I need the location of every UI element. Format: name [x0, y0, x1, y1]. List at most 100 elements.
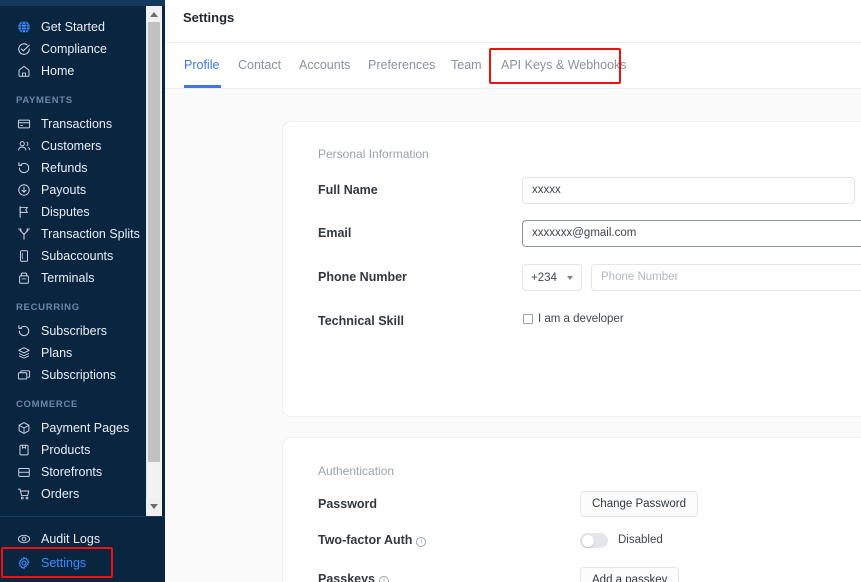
- page-title: Settings: [183, 10, 234, 25]
- terminal-icon: [16, 270, 32, 286]
- sidebar: Get Started Compliance Home PAYMENTS: [0, 0, 165, 582]
- two-factor-auth-status: Disabled: [618, 534, 663, 546]
- info-icon[interactable]: i: [379, 576, 389, 582]
- sidebar-item-subscriptions[interactable]: Subscriptions: [0, 364, 148, 386]
- sidebar-item-label: Subscribers: [41, 325, 107, 338]
- subaccount-icon: [16, 248, 32, 264]
- sidebar-item-label: Subscriptions: [41, 369, 116, 382]
- sidebar-item-transaction-splits[interactable]: Transaction Splits: [0, 223, 148, 245]
- toggle-knob: [582, 535, 594, 547]
- sidebar-item-label: Products: [41, 444, 90, 457]
- app-root: Get Started Compliance Home PAYMENTS: [0, 0, 861, 582]
- tab-accounts[interactable]: Accounts: [299, 58, 350, 72]
- settings-tabbar: Profile Contact Accounts Preferences Tea…: [165, 42, 861, 89]
- sidebar-item-audit-logs[interactable]: Audit Logs: [0, 527, 165, 551]
- gear-icon: [16, 555, 32, 571]
- split-icon: [16, 226, 32, 242]
- tab-profile[interactable]: Profile: [184, 58, 219, 72]
- sidebar-item-transactions[interactable]: Transactions: [0, 113, 148, 135]
- sidebar-group-payments: PAYMENTS: [0, 95, 148, 106]
- sidebar-item-label: Terminals: [41, 272, 95, 285]
- sidebar-top-accent-bar: [0, 0, 165, 6]
- sidebar-item-get-started[interactable]: Get Started: [0, 16, 148, 38]
- personal-information-card: Personal Information Full Name xxxxx Ema…: [283, 122, 861, 416]
- country-code-select[interactable]: +234: [522, 264, 582, 291]
- tab-team[interactable]: Team: [451, 58, 482, 72]
- store-icon: [16, 464, 32, 480]
- technical-skill-label: Technical Skill: [318, 314, 404, 328]
- sidebar-item-label: Transactions: [41, 118, 112, 131]
- active-tab-underline: [184, 85, 221, 88]
- sidebar-group-recurring: RECURRING: [0, 302, 148, 313]
- sidebar-scrollbar-thumb[interactable]: [148, 22, 160, 462]
- audit-icon: [16, 531, 32, 547]
- sidebar-item-label: Compliance: [41, 43, 107, 56]
- developer-checkbox-row[interactable]: I am a developer: [523, 313, 624, 325]
- sidebar-item-label: Payouts: [41, 184, 86, 197]
- authentication-card: Authentication Password Change Password …: [283, 438, 861, 582]
- scroll-down-arrow-button[interactable]: [146, 498, 162, 514]
- scroll-up-arrow-button[interactable]: [146, 6, 162, 22]
- email-label: Email: [318, 226, 351, 240]
- tab-contact[interactable]: Contact: [238, 58, 281, 72]
- full-name-label: Full Name: [318, 183, 378, 197]
- sidebar-item-home[interactable]: Home: [0, 60, 148, 82]
- sidebar-item-label: Subaccounts: [41, 250, 113, 263]
- sidebar-item-payment-pages[interactable]: Payment Pages: [0, 417, 148, 439]
- sidebar-item-customers[interactable]: Customers: [0, 135, 148, 157]
- globe-icon: [16, 19, 32, 35]
- main-content: Settings Profile Contact Accounts Prefer…: [165, 0, 861, 582]
- info-icon[interactable]: i: [416, 537, 426, 547]
- sidebar-item-subaccounts[interactable]: Subaccounts: [0, 245, 148, 267]
- sidebar-item-disputes[interactable]: Disputes: [0, 201, 148, 223]
- subscription-icon: [16, 367, 32, 383]
- tab-preferences[interactable]: Preferences: [368, 58, 435, 72]
- sidebar-item-products[interactable]: Products: [0, 439, 148, 461]
- developer-checkbox-label: I am a developer: [538, 313, 624, 325]
- users-icon: [16, 138, 32, 154]
- check-circle-icon: [16, 41, 32, 57]
- home-icon: [16, 63, 32, 79]
- sidebar-item-plans[interactable]: Plans: [0, 342, 148, 364]
- flag-icon: [16, 204, 32, 220]
- add-passkey-button[interactable]: Add a passkey: [580, 567, 679, 582]
- sidebar-item-settings[interactable]: Settings: [0, 551, 165, 575]
- layers-icon: [16, 345, 32, 361]
- sidebar-item-label: Get Started: [41, 21, 105, 34]
- sidebar-item-terminals[interactable]: Terminals: [0, 267, 148, 289]
- developer-checkbox[interactable]: [523, 314, 533, 324]
- phone-number-input[interactable]: Phone Number: [591, 264, 861, 291]
- sidebar-item-payouts[interactable]: Payouts: [0, 179, 148, 201]
- sidebar-group-commerce: COMMERCE: [0, 399, 148, 410]
- sidebar-footer: Audit Logs Settings: [0, 516, 165, 582]
- cart-icon: [16, 486, 32, 502]
- country-code-value: +234: [531, 272, 567, 284]
- personal-information-title: Personal Information: [318, 147, 429, 161]
- two-factor-auth-toggle[interactable]: [580, 533, 608, 548]
- sidebar-item-label: Audit Logs: [41, 533, 100, 546]
- sidebar-item-refunds[interactable]: Refunds: [0, 157, 148, 179]
- sidebar-item-label: Plans: [41, 347, 72, 360]
- sidebar-item-label: Settings: [41, 557, 86, 570]
- sidebar-item-label: Refunds: [41, 162, 88, 175]
- sidebar-nav-scroll-region: Get Started Compliance Home PAYMENTS: [0, 8, 148, 516]
- sidebar-item-orders[interactable]: Orders: [0, 483, 148, 505]
- product-icon: [16, 442, 32, 458]
- two-factor-auth-text: Two-factor Auth: [318, 533, 412, 547]
- card-icon: [16, 116, 32, 132]
- chevron-down-icon: [567, 276, 573, 280]
- change-password-button[interactable]: Change Password: [580, 491, 698, 517]
- two-factor-auth-label: Two-factor Auth i: [318, 533, 426, 547]
- sidebar-item-label: Customers: [41, 140, 101, 153]
- sidebar-item-subscribers[interactable]: Subscribers: [0, 320, 148, 342]
- authentication-title: Authentication: [318, 464, 394, 478]
- chevron-up-icon: [150, 12, 158, 17]
- email-input[interactable]: xxxxxxx@gmail.com: [522, 220, 861, 247]
- tab-api-keys-webhooks[interactable]: API Keys & Webhooks: [501, 58, 627, 72]
- sidebar-item-storefronts[interactable]: Storefronts: [0, 461, 148, 483]
- sidebar-item-compliance[interactable]: Compliance: [0, 38, 148, 60]
- phone-number-label: Phone Number: [318, 270, 407, 284]
- full-name-input[interactable]: xxxxx: [522, 177, 855, 204]
- page-header: Settings: [165, 0, 861, 42]
- password-label: Password: [318, 497, 377, 511]
